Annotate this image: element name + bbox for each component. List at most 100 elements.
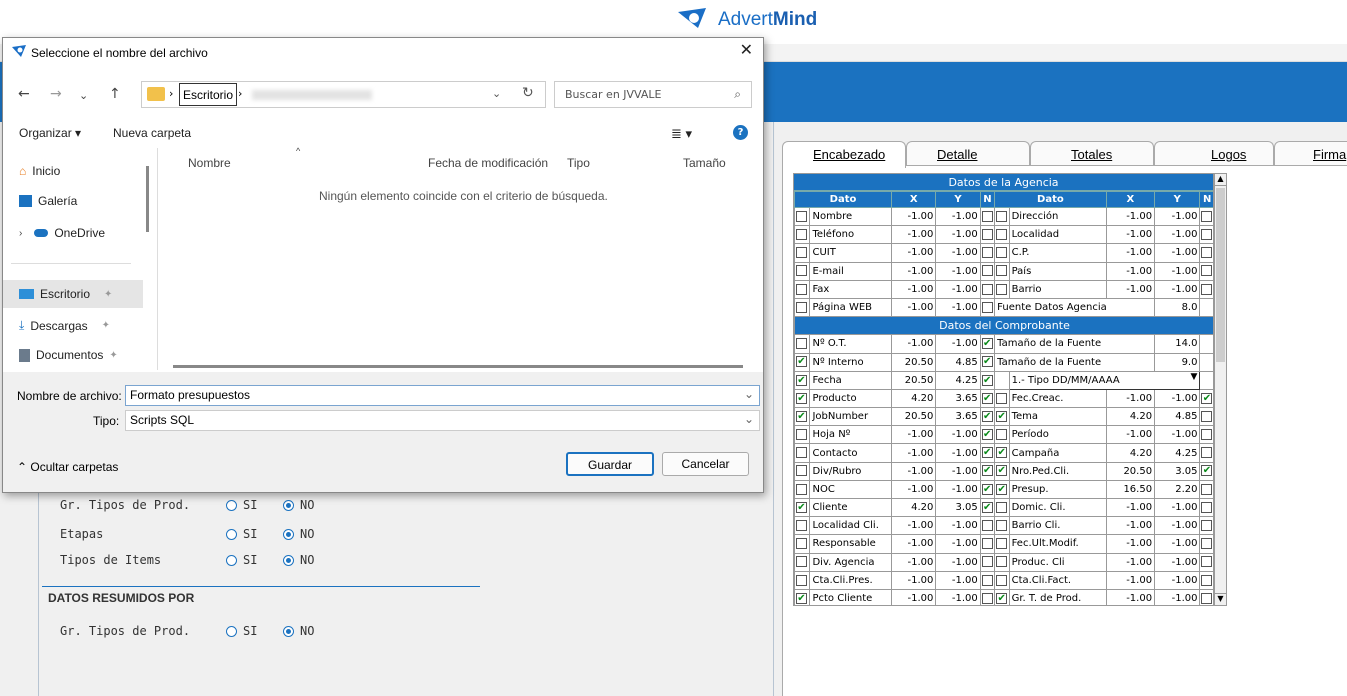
cell-x[interactable]: 20.50 xyxy=(890,352,937,372)
checkbox[interactable]: ✔ xyxy=(981,465,993,477)
checkbox[interactable]: ✔ xyxy=(981,429,993,441)
checkbox[interactable] xyxy=(796,301,807,313)
checkbox[interactable] xyxy=(796,429,807,441)
col-tipo[interactable]: Tipo xyxy=(567,156,590,170)
help-icon[interactable]: ? xyxy=(733,125,748,140)
checkbox[interactable] xyxy=(996,210,1008,222)
cell-y[interactable]: -1.00 xyxy=(935,479,981,500)
col-fecha[interactable]: Fecha de modificación xyxy=(428,156,548,170)
radio-si[interactable] xyxy=(226,499,237,511)
grid-scrollbar[interactable]: ▲ ▼ xyxy=(1214,173,1227,606)
checkbox[interactable] xyxy=(1201,410,1213,422)
checkbox[interactable] xyxy=(1201,265,1213,277)
cell-x[interactable]: -1.00 xyxy=(1105,243,1156,263)
checkbox[interactable] xyxy=(1201,483,1213,495)
cell-n[interactable] xyxy=(979,516,996,536)
cell-n[interactable] xyxy=(1199,497,1213,518)
search-input[interactable]: Buscar en JVVALE ⌕ xyxy=(554,81,752,108)
checkbox[interactable]: ✔ xyxy=(981,501,993,513)
cell-y[interactable]: -1.00 xyxy=(1154,588,1201,605)
cell-y[interactable]: 3.65 xyxy=(935,388,981,409)
cell-x[interactable]: 4.20 xyxy=(1105,407,1156,427)
checkbox[interactable] xyxy=(981,520,993,532)
cell-y[interactable]: -1.00 xyxy=(1154,388,1201,409)
checkbox[interactable]: ✔ xyxy=(981,392,993,404)
cell-n[interactable]: ✔ xyxy=(1199,461,1213,481)
cell-check[interactable]: ✔ xyxy=(994,461,1010,481)
checkbox[interactable] xyxy=(1201,283,1213,295)
radio-si[interactable] xyxy=(226,528,237,540)
cell-x[interactable]: -1.00 xyxy=(890,588,937,605)
checkbox[interactable]: ✔ xyxy=(981,338,993,350)
cell-y[interactable]: -1.00 xyxy=(935,206,981,227)
cell-x[interactable]: 16.50 xyxy=(1105,479,1156,500)
cell-n[interactable] xyxy=(1199,243,1213,263)
checkbox[interactable] xyxy=(981,210,993,222)
cell-check[interactable] xyxy=(994,261,1010,281)
cell-n[interactable] xyxy=(1199,570,1213,590)
checkbox[interactable] xyxy=(796,447,807,459)
checkbox[interactable] xyxy=(796,483,807,495)
chevron-down-icon[interactable]: ⌄ xyxy=(492,87,501,100)
cell-x[interactable]: -1.00 xyxy=(1105,425,1156,445)
pin-icon[interactable]: ✦ xyxy=(104,289,112,300)
cell-y[interactable]: -1.00 xyxy=(935,279,981,299)
cell-x[interactable]: 20.50 xyxy=(890,370,937,390)
cell-y[interactable]: -1.00 xyxy=(935,570,981,590)
cell-y[interactable]: 3.65 xyxy=(935,407,981,427)
checkbox[interactable]: ✔ xyxy=(996,410,1008,422)
checkbox[interactable] xyxy=(981,265,993,277)
cell-x[interactable]: 4.20 xyxy=(1105,443,1156,463)
col-nombre[interactable]: Nombre xyxy=(188,156,231,170)
cell-x[interactable]: -1.00 xyxy=(890,225,937,245)
chevron-down-icon[interactable]: ⌄ xyxy=(744,387,754,401)
cell-n[interactable] xyxy=(1199,534,1213,554)
cell-x[interactable]: -1.00 xyxy=(1105,388,1156,409)
checkbox[interactable]: ✔ xyxy=(981,483,993,495)
checkbox[interactable] xyxy=(981,247,993,259)
view-options-icon[interactable]: ≣ ▾ xyxy=(671,126,692,142)
checkbox[interactable] xyxy=(981,574,993,586)
cell-x[interactable]: -1.00 xyxy=(890,516,937,536)
cell-x[interactable]: -1.00 xyxy=(1105,225,1156,245)
cell-n[interactable]: ✔ xyxy=(979,370,996,390)
cell-y[interactable]: -1.00 xyxy=(935,243,981,263)
col-tamano[interactable]: Tamaño xyxy=(683,156,726,170)
cell-n[interactable]: ✔ xyxy=(979,425,996,445)
checkbox[interactable]: ✔ xyxy=(796,501,807,513)
cell-y[interactable]: -1.00 xyxy=(1154,225,1201,245)
cell-check[interactable] xyxy=(994,243,1010,263)
cell-n[interactable] xyxy=(1199,206,1213,227)
cell-x[interactable]: 20.50 xyxy=(890,407,937,427)
checkbox[interactable] xyxy=(796,538,807,550)
cell-n[interactable] xyxy=(1199,588,1213,605)
cell-y[interactable]: -1.00 xyxy=(935,297,981,318)
horizontal-scrollbar[interactable] xyxy=(173,365,743,368)
cell-x[interactable]: -1.00 xyxy=(1105,552,1156,572)
cell-check[interactable] xyxy=(794,279,811,299)
checkbox[interactable]: ✔ xyxy=(981,356,993,368)
pin-icon[interactable]: ✦ xyxy=(102,320,110,331)
cell-check[interactable] xyxy=(794,261,811,281)
cell-y[interactable]: -1.00 xyxy=(1154,552,1201,572)
cell-x[interactable]: 4.20 xyxy=(890,388,937,409)
cell-n[interactable]: ✔ xyxy=(979,479,996,500)
radio-si[interactable] xyxy=(226,625,237,637)
cell-n[interactable]: ✔ xyxy=(979,407,996,427)
checkbox[interactable] xyxy=(796,465,807,477)
cell-y[interactable]: -1.00 xyxy=(1154,243,1201,263)
checkbox[interactable] xyxy=(981,556,993,568)
cell-n[interactable]: ✔ xyxy=(979,334,996,354)
cell-value[interactable]: 8.0 xyxy=(1154,297,1201,318)
cell-y[interactable]: -1.00 xyxy=(1154,425,1201,445)
cell-check[interactable]: ✔ xyxy=(994,588,1010,605)
cell-n[interactable] xyxy=(1199,261,1213,281)
checkbox[interactable] xyxy=(796,283,807,295)
checkbox[interactable]: ✔ xyxy=(981,374,993,386)
chevron-down-icon[interactable]: ⌄ xyxy=(79,89,88,102)
cell-n[interactable] xyxy=(979,297,996,318)
cell-check[interactable] xyxy=(794,443,811,463)
cell-check[interactable] xyxy=(994,425,1010,445)
checkbox[interactable] xyxy=(1201,574,1213,586)
checkbox[interactable] xyxy=(796,338,807,350)
